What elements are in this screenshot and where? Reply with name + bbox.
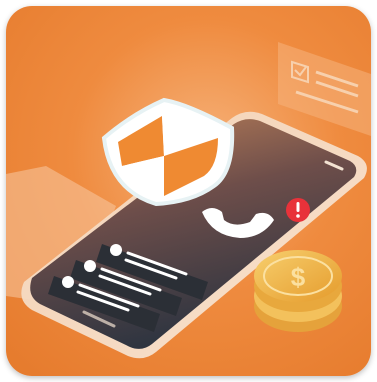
dollar-icon: $ (291, 262, 306, 292)
app-icon-tile: $ (6, 6, 371, 376)
shield-icon (101, 97, 235, 207)
coin-stack-icon: $ (254, 250, 342, 332)
document-check-icon (278, 42, 371, 136)
security-illustration: $ (6, 42, 371, 359)
alert-icon (286, 198, 310, 222)
